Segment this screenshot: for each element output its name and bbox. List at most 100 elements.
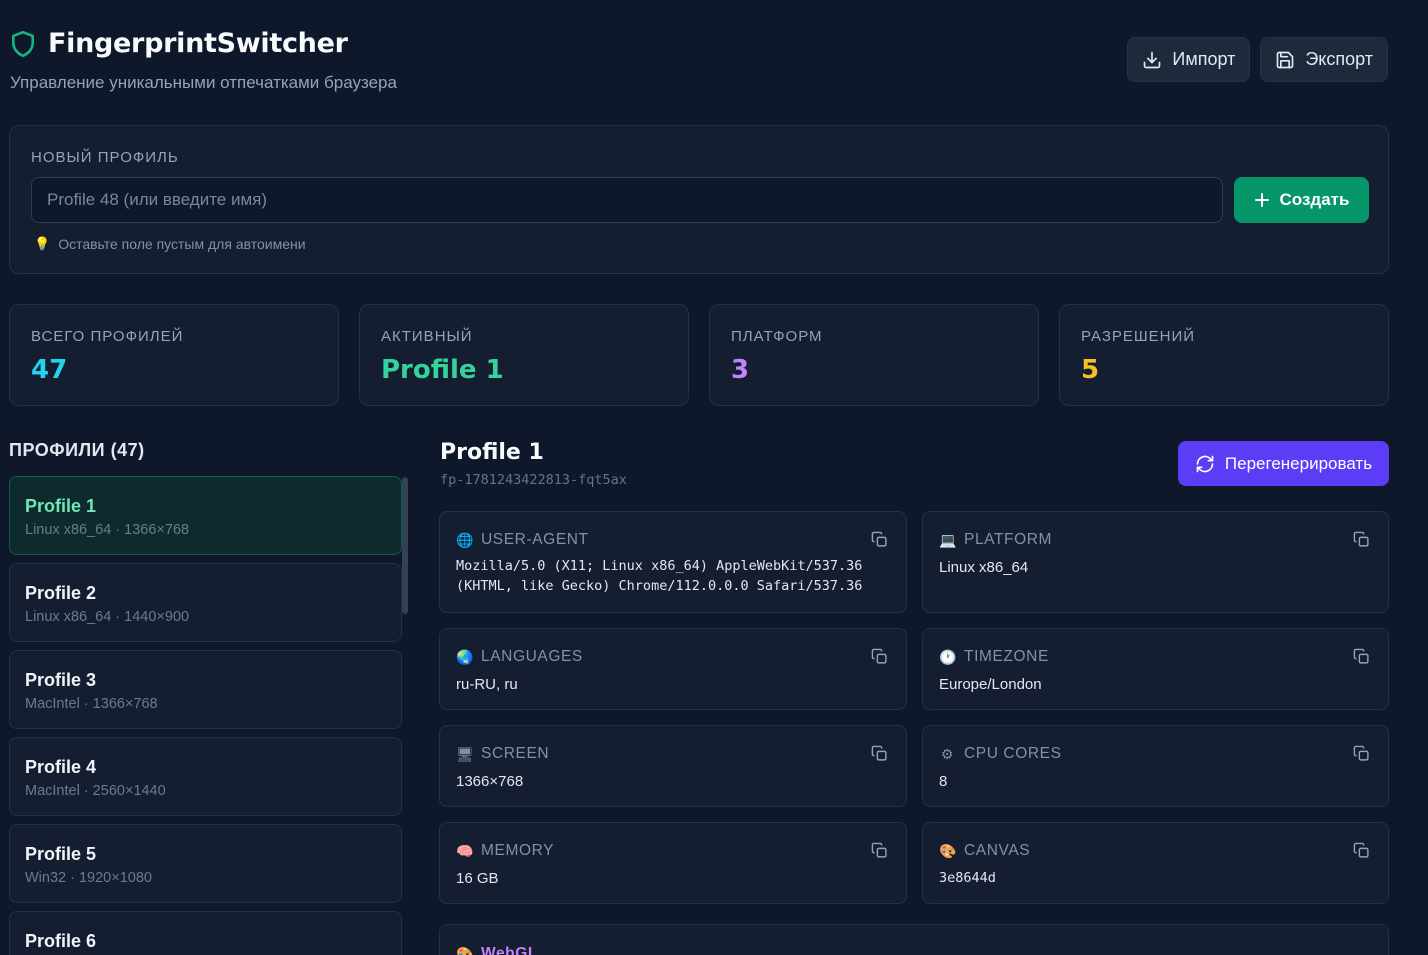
field-label-text: LANGUAGES (481, 648, 583, 665)
user-agent-line: (KHTML, like Gecko) Chrome/112.0.0.0 Saf… (456, 578, 863, 594)
stat-value: Profile 1 (381, 355, 504, 385)
profiles-scrollbar[interactable] (402, 477, 408, 614)
field-languages: 🌏 LANGUAGES ru-RU, ru (439, 628, 907, 710)
copy-icon[interactable] (1353, 745, 1370, 762)
stat-label: АКТИВНЫЙ (381, 328, 473, 345)
refresh-icon (1196, 455, 1214, 472)
globe-icon: 🌐 (456, 531, 475, 548)
field-user-agent: 🌐 USER-AGENT Mozilla/5.0 (X11; Linux x86_… (439, 511, 907, 613)
import-button[interactable]: Импорт (1127, 37, 1251, 82)
field-value: Mozilla/5.0 (X11; Linux x86_64) AppleWeb… (456, 556, 862, 596)
field-label-text: CPU CORES (964, 745, 1062, 762)
regenerate-label: Перегенерировать (1224, 453, 1373, 473)
field-label: 🎨 CANVAS (939, 842, 1030, 860)
field-label: 🧠 MEMORY (456, 842, 554, 860)
create-label: Создать (1279, 190, 1350, 209)
laptop-icon: 💻 (939, 531, 958, 548)
copy-icon[interactable] (1353, 842, 1370, 859)
stat-platforms: ПЛАТФОРМ 3 (709, 304, 1039, 406)
stat-value: 5 (1081, 355, 1100, 385)
clock-icon: 🕐 (939, 648, 958, 665)
copy-icon[interactable] (871, 648, 888, 665)
field-label: 💻 PLATFORM (939, 531, 1052, 549)
profile-list-item[interactable]: Profile 5 Win32 · 1920×1080 (9, 824, 402, 903)
stat-label: ВСЕГО ПРОФИЛЕЙ (31, 328, 184, 345)
field-label-text: MEMORY (481, 842, 555, 859)
field-label-text: TIMEZONE (964, 648, 1049, 665)
field-value: Europe/London (939, 676, 1042, 693)
field-value: Linux x86_64 (939, 559, 1029, 576)
hint-text: Оставьте поле пустым для автоимени (58, 236, 306, 252)
create-button[interactable]: Создать (1234, 177, 1369, 223)
profile-list-item[interactable]: Profile 1 Linux x86_64 · 1366×768 (9, 476, 402, 555)
field-label: ⚙ CPU CORES (939, 745, 1062, 763)
field-timezone: 🕐 TIMEZONE Europe/London (922, 628, 1389, 710)
field-memory: 🧠 MEMORY 16 GB (439, 822, 907, 904)
brand: FingerprintSwitcher (10, 28, 397, 59)
plus-icon (1254, 193, 1269, 207)
app-title: FingerprintSwitcher (48, 28, 348, 59)
app-header: FingerprintSwitcher Управление уникальны… (10, 28, 397, 93)
export-label: Экспорт (1305, 49, 1373, 69)
regenerate-button[interactable]: Перегенерировать (1178, 441, 1389, 486)
profile-name: Profile 5 (25, 844, 97, 864)
field-value: 1366×768 (456, 773, 524, 790)
stat-total-profiles: ВСЕГО ПРОФИЛЕЙ 47 (9, 304, 339, 406)
palette-icon: 🎨 (456, 945, 475, 955)
top-actions: Импорт Экспорт (1127, 37, 1388, 82)
profile-meta: MacIntel · 1366×768 (25, 696, 158, 712)
new-profile-card: НОВЫЙ ПРОФИЛЬ Создать 💡 Оставьте поле пу… (9, 125, 1389, 274)
shield-icon (12, 30, 34, 57)
fingerprint-id: fp-1781243422813-fqt5ax (440, 472, 627, 488)
field-value: 16 GB (456, 870, 499, 887)
copy-icon[interactable] (871, 531, 888, 548)
field-value: 3e8644d (939, 870, 996, 886)
profiles-list-title: ПРОФИЛИ (47) (9, 440, 145, 460)
profile-name: Profile 2 (25, 583, 97, 603)
profile-meta: Win32 · 1920×1080 (25, 870, 152, 886)
copy-icon[interactable] (1353, 531, 1370, 548)
field-platform: 💻 PLATFORM Linux x86_64 (922, 511, 1389, 613)
field-canvas: 🎨 CANVAS 3e8644d (922, 822, 1389, 904)
gear-icon: ⚙ (940, 745, 955, 762)
detail-title: Profile 1 (440, 440, 544, 465)
field-screen: 🖥 SCREEN 1366×768 (439, 725, 907, 807)
field-label: 🎨 WebGL (456, 945, 538, 955)
palette-icon: 🎨 (939, 842, 958, 859)
copy-icon[interactable] (871, 842, 888, 859)
field-webgl: 🎨 WebGL (439, 924, 1389, 955)
profile-meta: Linux x86_64 · 1366×768 (25, 522, 190, 538)
profile-name: Profile 6 (25, 931, 97, 951)
brain-icon: 🧠 (456, 842, 475, 859)
profile-list-item[interactable]: Profile 6 (9, 911, 402, 955)
lightbulb-icon: 💡 (34, 236, 51, 251)
download-icon (1144, 51, 1161, 68)
stat-label: РАЗРЕШЕНИЙ (1081, 328, 1196, 345)
new-profile-label: НОВЫЙ ПРОФИЛЬ (31, 149, 179, 166)
profile-name: Profile 3 (25, 670, 97, 690)
field-label-text: SCREEN (481, 745, 550, 762)
profile-name-input[interactable] (31, 177, 1223, 223)
profile-list-item[interactable]: Profile 3 MacIntel · 1366×768 (9, 650, 402, 729)
profile-list-item[interactable]: Profile 4 MacIntel · 2560×1440 (9, 737, 402, 816)
field-label-text: PLATFORM (964, 531, 1053, 548)
stat-value: 47 (31, 355, 68, 385)
user-agent-line: Mozilla/5.0 (X11; Linux x86_64) AppleWeb… (456, 558, 863, 574)
profile-meta: MacIntel · 2560×1440 (25, 783, 166, 799)
stat-label: ПЛАТФОРМ (731, 328, 823, 345)
monitor-icon: 🖥 (456, 745, 475, 762)
export-button[interactable]: Экспорт (1260, 37, 1388, 82)
copy-icon[interactable] (1353, 648, 1370, 665)
field-label-text: WebGL (481, 945, 538, 955)
import-label: Импорт (1172, 49, 1236, 69)
name-hint: 💡 Оставьте поле пустым для автоимени (34, 236, 306, 252)
stat-resolutions: РАЗРЕШЕНИЙ 5 (1059, 304, 1389, 406)
field-value: 8 (939, 773, 948, 790)
app-subtitle: Управление уникальными отпечатками брауз… (10, 73, 397, 92)
profile-list-item[interactable]: Profile 2 Linux x86_64 · 1440×900 (9, 563, 402, 642)
field-label: 🖥 SCREEN (456, 745, 549, 763)
copy-icon[interactable] (871, 745, 888, 762)
field-label-text: CANVAS (964, 842, 1031, 859)
stat-active-profile: АКТИВНЫЙ Profile 1 (359, 304, 689, 406)
save-icon (1277, 51, 1294, 68)
